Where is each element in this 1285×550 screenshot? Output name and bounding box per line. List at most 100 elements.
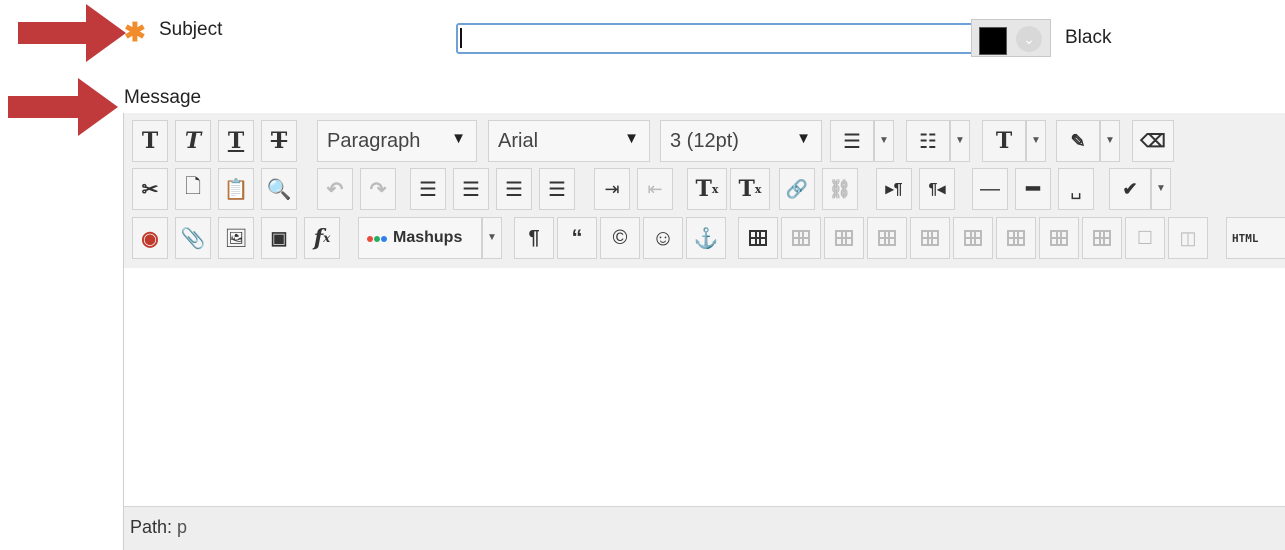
align-left-button[interactable]: ☰: [410, 168, 446, 210]
merge-cells-button[interactable]: ☐: [1125, 217, 1165, 259]
indent-button[interactable]: ⇥: [594, 168, 630, 210]
paragraph-format-select[interactable]: Paragraph ▼: [317, 120, 477, 162]
insert-col-before-button[interactable]: [996, 217, 1036, 259]
spellcheck-icon: ✔: [1122, 178, 1138, 199]
subject-input[interactable]: [456, 23, 974, 54]
highlight-dropdown[interactable]: ▼: [1100, 120, 1120, 162]
clipboard-icon: 📋: [223, 178, 249, 201]
font-family-value: Arial: [498, 129, 539, 152]
ltr-direction-button[interactable]: ▸¶: [876, 168, 912, 210]
text-color-dropdown[interactable]: ▼: [1026, 120, 1046, 162]
table-cell-props-button[interactable]: [824, 217, 864, 259]
mashups-dropdown[interactable]: ▼: [482, 217, 502, 259]
undo-icon: ↶: [326, 178, 344, 201]
numbered-list-dropdown[interactable]: ▼: [950, 120, 970, 162]
paragraph-format-value: Paragraph: [327, 129, 421, 152]
rtl-direction-button[interactable]: ¶◂: [919, 168, 955, 210]
cut-button[interactable]: ✂: [132, 168, 168, 210]
merge-cells-icon: ☐: [1136, 227, 1154, 248]
film-icon: ▣: [270, 227, 288, 248]
find-button[interactable]: 🔍: [261, 168, 297, 210]
color-picker[interactable]: ⌄: [971, 19, 1051, 57]
thick-rule-button[interactable]: ━: [1015, 168, 1051, 210]
marker-icon: ✎: [1070, 130, 1086, 151]
clear-formatting-button[interactable]: ⌫: [1132, 120, 1174, 162]
font-size-select[interactable]: 3 (12pt) ▼: [660, 120, 822, 162]
unlink-button[interactable]: ⛓: [822, 168, 858, 210]
chevron-down-icon[interactable]: ⌄: [1016, 26, 1042, 52]
spellcheck-button[interactable]: ✔: [1109, 168, 1151, 210]
bold-button[interactable]: T: [132, 120, 168, 162]
insert-col-after-button[interactable]: [1039, 217, 1079, 259]
show-blocks-button[interactable]: ¶: [514, 217, 554, 259]
rtl-paragraph-icon: ¶◂: [928, 181, 946, 198]
insert-image-button[interactable]: 🖼: [218, 217, 254, 259]
strikethrough-button[interactable]: T: [261, 120, 297, 162]
mashups-button[interactable]: Mashups: [358, 217, 482, 259]
message-label: Message: [124, 87, 202, 108]
row-after-icon: [921, 230, 939, 246]
text-color-button[interactable]: T: [982, 120, 1026, 162]
col-after-icon: [1050, 230, 1068, 246]
paste-button[interactable]: 📋: [218, 168, 254, 210]
special-char-button[interactable]: ©: [600, 217, 640, 259]
row-before-icon: [878, 230, 896, 246]
underline-button[interactable]: T: [218, 120, 254, 162]
path-value[interactable]: p: [177, 517, 187, 537]
split-cells-button[interactable]: ◫: [1168, 217, 1208, 259]
bullet-list-dropdown[interactable]: ▼: [874, 120, 894, 162]
align-center-button[interactable]: ☰: [453, 168, 489, 210]
copy-button[interactable]: 🗋: [175, 168, 211, 210]
record-button[interactable]: ◉: [132, 217, 168, 259]
outdent-button[interactable]: ⇤: [637, 168, 673, 210]
col-before-icon: [1007, 230, 1025, 246]
highlight-button[interactable]: ✎: [1056, 120, 1100, 162]
align-justify-button[interactable]: ☰: [539, 168, 575, 210]
text-caret: [460, 28, 462, 48]
pilcrow-icon: ¶: [528, 226, 540, 249]
align-right-icon: ☰: [505, 178, 523, 201]
ltr-paragraph-icon: ▸¶: [885, 181, 903, 198]
undo-button[interactable]: ↶: [317, 168, 353, 210]
align-right-button[interactable]: ☰: [496, 168, 532, 210]
html-source-button[interactable]: HTML: [1226, 217, 1285, 259]
dropdown-triangle-icon: ▼: [451, 130, 466, 147]
color-name: Black: [1065, 27, 1112, 48]
insert-media-button[interactable]: ▣: [261, 217, 297, 259]
insert-row-after-button[interactable]: [910, 217, 950, 259]
anchor-button[interactable]: ⚓: [686, 217, 726, 259]
subscript-button[interactable]: Tx: [730, 168, 770, 210]
message-body[interactable]: [124, 268, 1285, 506]
nonbreaking-space-button[interactable]: ␣: [1058, 168, 1094, 210]
indent-icon: ⇥: [604, 178, 620, 199]
delete-row-button[interactable]: [953, 217, 993, 259]
align-center-icon: ☰: [462, 178, 480, 201]
math-editor-button[interactable]: fx: [304, 217, 340, 259]
emoticon-button[interactable]: ☺: [643, 217, 683, 259]
numbered-list-button[interactable]: ☷: [906, 120, 950, 162]
redo-button[interactable]: ↷: [360, 168, 396, 210]
mashups-label: Mashups: [393, 229, 463, 246]
table-row-props-button[interactable]: [781, 217, 821, 259]
horizontal-rule-button[interactable]: —: [972, 168, 1008, 210]
insert-table-button[interactable]: [738, 217, 778, 259]
italic-button[interactable]: T: [175, 120, 211, 162]
editor-toolbar: T T T T Paragraph ▼ Arial ▼ 3 (12pt) ▼ ☰ ▼ …: [124, 113, 1285, 268]
insert-row-before-button[interactable]: [867, 217, 907, 259]
spellcheck-dropdown[interactable]: ▼: [1151, 168, 1171, 210]
superscript-button[interactable]: Tx: [687, 168, 727, 210]
attach-file-button[interactable]: 📎: [175, 217, 211, 259]
table-cell-icon: [835, 230, 853, 246]
copy-icon: 🗋: [184, 176, 202, 198]
smiley-icon: ☺: [651, 225, 675, 250]
blockquote-button[interactable]: “: [557, 217, 597, 259]
delete-row-icon: [964, 230, 982, 246]
bullet-list-button[interactable]: ☰: [830, 120, 874, 162]
editor-status-bar: Path: p: [124, 506, 1285, 550]
insert-link-button[interactable]: 🔗: [779, 168, 815, 210]
subject-label: Subject: [159, 19, 223, 40]
delete-col-button[interactable]: [1082, 217, 1122, 259]
anchor-icon: ⚓: [693, 227, 719, 250]
horizontal-rule-icon: —: [980, 177, 1000, 200]
font-family-select[interactable]: Arial ▼: [488, 120, 650, 162]
